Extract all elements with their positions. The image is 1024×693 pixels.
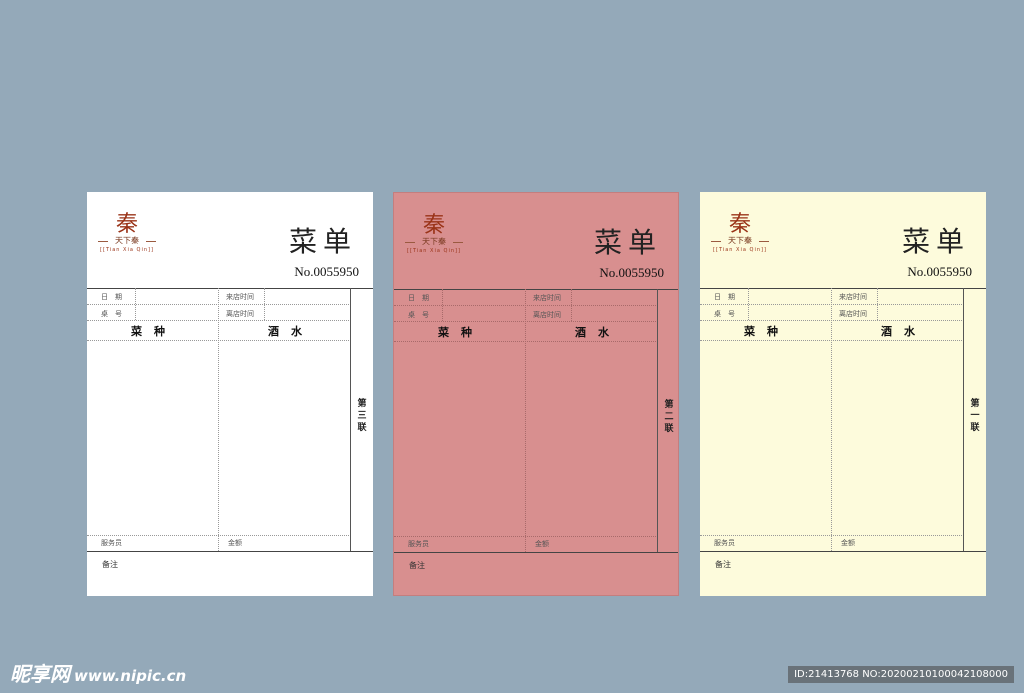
amount-label: 金额 [228,539,242,547]
dishes-header: 菜种 [131,325,177,338]
arrival-time-label: 来店时间 [839,293,867,301]
waiter-label: 服务员 [408,540,429,548]
arrival-time-label: 来店时间 [226,293,254,301]
serial-number: No.0055950 [599,265,664,280]
cell-divider [135,288,136,320]
date-label: 日 期 [714,293,735,301]
menu-title: 菜单 [901,225,970,258]
row-divider [87,535,351,536]
copy-column-divider [350,288,351,551]
copy-column-divider [963,288,964,551]
row-divider [87,340,351,341]
cell-divider [571,289,572,321]
row-divider [87,304,351,305]
restaurant-logo: 秦 天下秦 [[Tian Xia Qin]] [708,214,772,254]
leave-time-label: 离店时间 [226,310,254,318]
watermark-url: www.nipic.cn [74,667,187,685]
copy-label: 第三联 [357,399,367,433]
row-divider [394,321,658,322]
drinks-header: 酒水 [881,325,927,338]
remark-label: 备注 [715,560,731,569]
column-divider [218,288,219,551]
restaurant-logo: 秦 天下秦 [[Tian Xia Qin]] [402,215,466,255]
logo-subtitle: 天下秦 [708,236,772,246]
logo-character: 秦 [115,212,138,237]
cell-divider [264,288,265,320]
restaurant-logo: 秦 天下秦 [[Tian Xia Qin]] [95,214,159,254]
row-divider [700,535,964,536]
drinks-header: 酒水 [268,325,314,338]
footer-divider [700,551,986,552]
leave-time-label: 离店时间 [533,311,561,319]
waiter-label: 服务员 [101,539,122,547]
serial-number: No.0055950 [907,264,972,279]
leave-time-label: 离店时间 [839,310,867,318]
row-divider [394,536,658,537]
logo-character: 秦 [728,212,751,237]
dishes-header: 菜种 [744,325,790,338]
header-divider [394,289,678,290]
row-divider [700,304,964,305]
row-divider [700,340,964,341]
header-divider [87,288,373,289]
arrival-time-label: 来店时间 [533,294,561,302]
amount-label: 金额 [535,540,549,548]
cell-divider [748,288,749,320]
menu-title: 菜单 [593,226,662,259]
footer-divider [394,552,678,553]
copy-column-divider [657,289,658,552]
table-number-label: 桌 号 [714,310,735,318]
watermark-brand-name: 昵享网 [10,662,70,686]
logo-subtitle: 天下秦 [95,236,159,246]
copy-label: 第一联 [970,399,980,433]
remark-label: 备注 [409,561,425,570]
header-divider [700,288,986,289]
column-divider [525,289,526,552]
logo-pinyin: [[Tian Xia Qin]] [713,247,767,253]
row-divider [87,320,351,321]
watermark-brand: 昵享网 www.nipic.cn [10,658,186,687]
row-divider [394,341,658,342]
logo-character: 秦 [422,213,445,238]
amount-label: 金额 [841,539,855,547]
copy-label: 第二联 [664,400,674,434]
table-number-label: 桌 号 [101,310,122,318]
logo-pinyin: [[Tian Xia Qin]] [407,248,461,254]
drinks-header: 酒水 [575,326,621,339]
column-divider [831,288,832,551]
date-label: 日 期 [408,294,429,302]
footer-divider [87,551,373,552]
table-number-label: 桌 号 [408,311,429,319]
serial-number: No.0055950 [294,264,359,279]
receipt-sheet-third-copy: 秦 天下秦 [[Tian Xia Qin]] 菜单 No.0055950 日 期… [87,192,373,596]
row-divider [394,305,658,306]
date-label: 日 期 [101,293,122,301]
receipt-sheet-first-copy: 秦 天下秦 [[Tian Xia Qin]] 菜单 No.0055950 日 期… [700,192,986,596]
logo-pinyin: [[Tian Xia Qin]] [100,247,154,253]
row-divider [700,320,964,321]
watermark-id: ID:21413768 NO:20200210100042108000 [788,666,1014,683]
waiter-label: 服务员 [714,539,735,547]
cell-divider [877,288,878,320]
remark-label: 备注 [102,560,118,569]
menu-title: 菜单 [288,225,357,258]
cell-divider [442,289,443,321]
receipt-sheet-second-copy: 秦 天下秦 [[Tian Xia Qin]] 菜单 No.0055950 日 期… [393,192,679,596]
dishes-header: 菜种 [438,326,484,339]
logo-subtitle: 天下秦 [402,237,466,247]
